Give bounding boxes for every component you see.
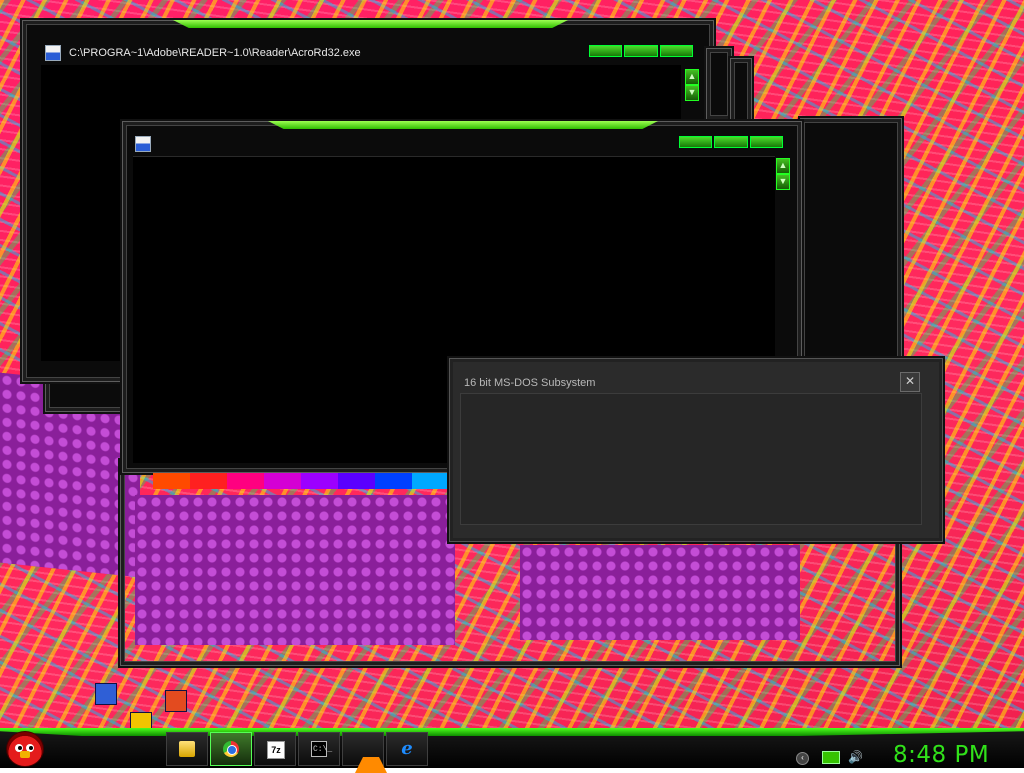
- ghost-window-frame: [730, 58, 752, 128]
- ms-dos-program-icon: [135, 136, 151, 152]
- taskbar-ie-button[interactable]: e: [386, 732, 428, 766]
- taskbar-chrome-button[interactable]: [210, 732, 252, 766]
- minimize-button[interactable]: [589, 45, 623, 57]
- desktop-shortcut-icon[interactable]: [165, 690, 187, 712]
- window-title-accent: [173, 20, 568, 28]
- minimize-button[interactable]: [679, 136, 713, 148]
- maximize-button[interactable]: [624, 45, 658, 57]
- close-button[interactable]: [749, 136, 783, 148]
- maximize-button[interactable]: [714, 136, 748, 148]
- taskbar-vlc-button[interactable]: [342, 732, 387, 773]
- window-controls[interactable]: [589, 45, 693, 57]
- ms-dos-subsystem-dialog[interactable]: 16 bit MS-DOS Subsystem ✕: [449, 358, 943, 542]
- taskbar-explorer-button[interactable]: [166, 732, 208, 766]
- ghost-window-frame: [706, 48, 732, 120]
- ie-icon: e: [401, 738, 413, 759]
- angry-bird-beak: [20, 751, 30, 758]
- render-glitch-strip: [153, 473, 449, 489]
- 7zip-icon: 7z: [267, 741, 285, 759]
- dialog-body: [460, 393, 922, 525]
- ghost-window-frame: [800, 118, 902, 370]
- dialog-close-button[interactable]: ✕: [900, 372, 920, 392]
- scroll-up-button[interactable]: ▲: [776, 158, 790, 174]
- taskbar-7zip-button[interactable]: 7z: [254, 732, 296, 766]
- window-controls[interactable]: [679, 136, 783, 148]
- close-button[interactable]: [659, 45, 693, 57]
- dialog-title: 16 bit MS-DOS Subsystem: [464, 377, 596, 389]
- vlc-icon: [355, 741, 387, 773]
- network-monitor-icon[interactable]: [822, 751, 840, 764]
- chrome-icon: [223, 741, 239, 757]
- desktop-shortcut-icon[interactable]: [95, 683, 117, 705]
- speaker-icon[interactable]: 🔊: [848, 750, 863, 764]
- taskbar-cmd-button[interactable]: C:\_: [298, 732, 340, 766]
- window-title: C:\PROGRA~1\Adobe\READER~1.0\Reader\Acro…: [69, 47, 361, 59]
- scroll-up-button[interactable]: ▲: [685, 69, 699, 85]
- scroll-down-button[interactable]: ▼: [685, 85, 699, 101]
- cmd-icon: C:\_: [311, 741, 332, 757]
- taskbar-clock[interactable]: 8:48 PM: [893, 742, 989, 768]
- window-title-accent: [268, 121, 658, 129]
- start-button[interactable]: [6, 731, 44, 767]
- expand-arrow-icon[interactable]: ‹: [796, 752, 809, 765]
- system-tray: ‹ 🔊: [790, 732, 890, 765]
- taskbar: 7z C:\_ e ‹ 🔊 8:48 PM: [0, 728, 1024, 773]
- ms-dos-program-icon: [45, 45, 61, 61]
- folder-icon: [179, 741, 195, 757]
- scroll-down-button[interactable]: ▼: [776, 174, 790, 190]
